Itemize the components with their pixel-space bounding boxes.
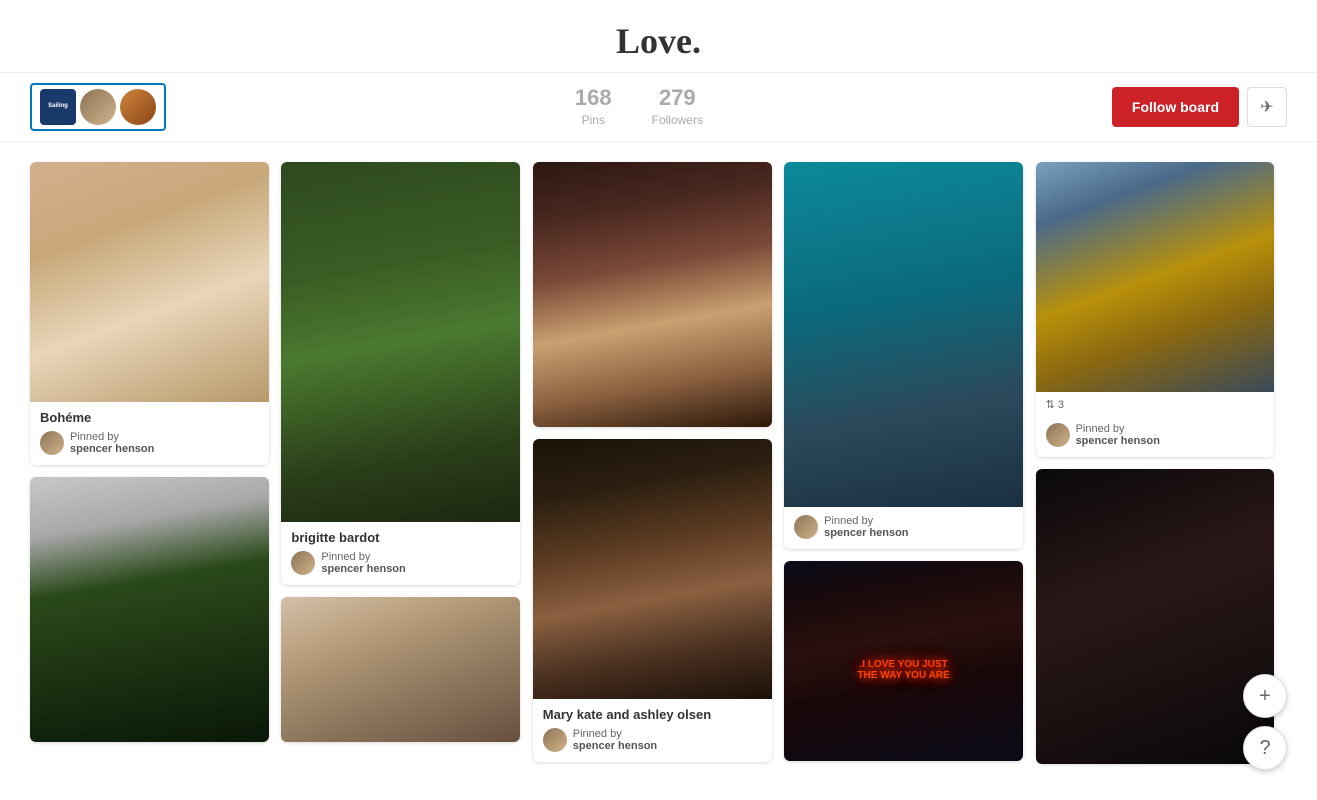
pin-card-8[interactable]: Mary kate and ashley olsen Pinned byspenc…: [533, 439, 772, 762]
pin-column-3: Pinned byspencer henson .I LOVE YOU JUSTT…: [784, 162, 1023, 773]
fab-container: + ?: [1243, 674, 1287, 770]
pin-by: Pinned byspencer henson: [40, 431, 259, 455]
pin-image-1: [30, 162, 269, 402]
pinner-info: Pinned byspencer henson: [321, 551, 405, 575]
help-icon: ?: [1259, 737, 1270, 760]
pins-stat: 168 Pins: [575, 85, 612, 129]
help-fab[interactable]: ?: [1243, 726, 1287, 770]
pin-card-9[interactable]: .I LOVE YOU JUSTTHE WAY YOU ARE: [784, 561, 1023, 761]
pin-column-1: brigitte bardot Pinned byspencer henson: [281, 162, 520, 754]
pinner-name[interactable]: spencer henson: [70, 443, 154, 455]
pin-info-8: Mary kate and ashley olsen Pinned byspenc…: [533, 699, 772, 762]
pinner-info: Pinned byspencer henson: [824, 515, 908, 539]
follow-board-button[interactable]: Follow board: [1112, 87, 1239, 127]
pinner-info: Pinned byspencer henson: [70, 431, 154, 455]
plus-icon: +: [1259, 685, 1271, 708]
pinned-by-label: Pinned by: [321, 551, 405, 563]
followers-count: 279: [652, 85, 703, 111]
pins-count: 168: [575, 85, 612, 111]
avatar-1: [80, 89, 116, 125]
pinned-by-label: Pinned by: [824, 515, 908, 527]
avatar-2: [120, 89, 156, 125]
pin-title: Bohéme: [40, 410, 259, 425]
pin-column-4: ⇅ 3 Pinned byspencer henson: [1036, 162, 1275, 776]
pin-image-9: .I LOVE YOU JUSTTHE WAY YOU ARE: [784, 561, 1023, 761]
pin-image-4: [784, 162, 1023, 507]
pin-card-10[interactable]: [1036, 469, 1275, 764]
pinner-avatar: [291, 551, 315, 575]
pinner-avatar: [794, 515, 818, 539]
pin-by: Pinned byspencer henson: [543, 728, 762, 752]
pinner-name[interactable]: spencer henson: [1076, 435, 1160, 447]
pin-card-3[interactable]: [533, 162, 772, 427]
pin-column-0: Bohéme Pinned byspencer henson: [30, 162, 269, 754]
pin-card-4[interactable]: Pinned byspencer henson: [784, 162, 1023, 549]
pin-image-6: [30, 477, 269, 742]
pin-card-1[interactable]: Bohéme Pinned byspencer henson: [30, 162, 269, 465]
pin-image-8: [533, 439, 772, 699]
pin-card-6[interactable]: [30, 477, 269, 742]
pinner-avatar: [1046, 423, 1070, 447]
pin-by: Pinned byspencer henson: [291, 551, 510, 575]
pin-title: brigitte bardot: [291, 530, 510, 545]
page-header: Love.: [0, 0, 1317, 73]
board-bar: Sailing 168 Pins 279 Followers Follow bo…: [0, 73, 1317, 142]
pin-card-2[interactable]: brigitte bardot Pinned byspencer henson: [281, 162, 520, 585]
pin-card-7[interactable]: [281, 597, 520, 742]
pin-title: Mary kate and ashley olsen: [543, 707, 762, 722]
pin-info-2: brigitte bardot Pinned byspencer henson: [281, 522, 520, 585]
pins-label: Pins: [582, 113, 605, 127]
add-fab[interactable]: +: [1243, 674, 1287, 718]
page-title: Love.: [0, 20, 1317, 62]
followers-label: Followers: [652, 113, 703, 127]
avatar-group[interactable]: Sailing: [30, 83, 166, 131]
pin-card-5[interactable]: ⇅ 3 Pinned byspencer henson: [1036, 162, 1275, 457]
pinner-avatar: [543, 728, 567, 752]
pinner-name[interactable]: spencer henson: [321, 563, 405, 575]
pinned-by-label: Pinned by: [1076, 423, 1160, 435]
pin-image-7: [281, 597, 520, 742]
pin-by: Pinned byspencer henson: [1046, 423, 1265, 447]
send-icon: ✈: [1260, 97, 1273, 117]
board-info-left: Sailing: [30, 83, 166, 131]
neon-overlay-text: .I LOVE YOU JUSTTHE WAY YOU ARE: [857, 659, 949, 681]
board-stats: 168 Pins 279 Followers: [575, 85, 703, 129]
board-actions: Follow board ✈: [1112, 87, 1287, 127]
pin-repin-count: ⇅ 3: [1036, 392, 1275, 415]
pin-column-2: Mary kate and ashley olsen Pinned byspenc…: [533, 162, 772, 774]
followers-stat: 279 Followers: [652, 85, 703, 129]
pinned-by-label: Pinned by: [573, 728, 657, 740]
pinner-avatar: [40, 431, 64, 455]
pin-image-10: [1036, 469, 1275, 764]
pin-image-2: [281, 162, 520, 522]
pin-image-3: [533, 162, 772, 427]
board-logo: Sailing: [40, 89, 76, 125]
pin-by: Pinned byspencer henson: [794, 515, 1013, 539]
pinned-by-label: Pinned by: [70, 431, 154, 443]
pinner-name[interactable]: spencer henson: [824, 527, 908, 539]
pin-info-4: Pinned byspencer henson: [784, 507, 1023, 549]
pinner-name[interactable]: spencer henson: [573, 740, 657, 752]
pin-info-1: Bohéme Pinned byspencer henson: [30, 402, 269, 465]
send-button[interactable]: ✈: [1247, 87, 1287, 127]
pinner-info: Pinned byspencer henson: [573, 728, 657, 752]
pin-grid: BohémePinned byspencer hensonbrigitte ba…: [0, 142, 1317, 796]
pin-image-5: [1036, 162, 1275, 392]
pinner-info: Pinned byspencer henson: [1076, 423, 1160, 447]
pin-info-5: Pinned byspencer henson: [1036, 415, 1275, 457]
